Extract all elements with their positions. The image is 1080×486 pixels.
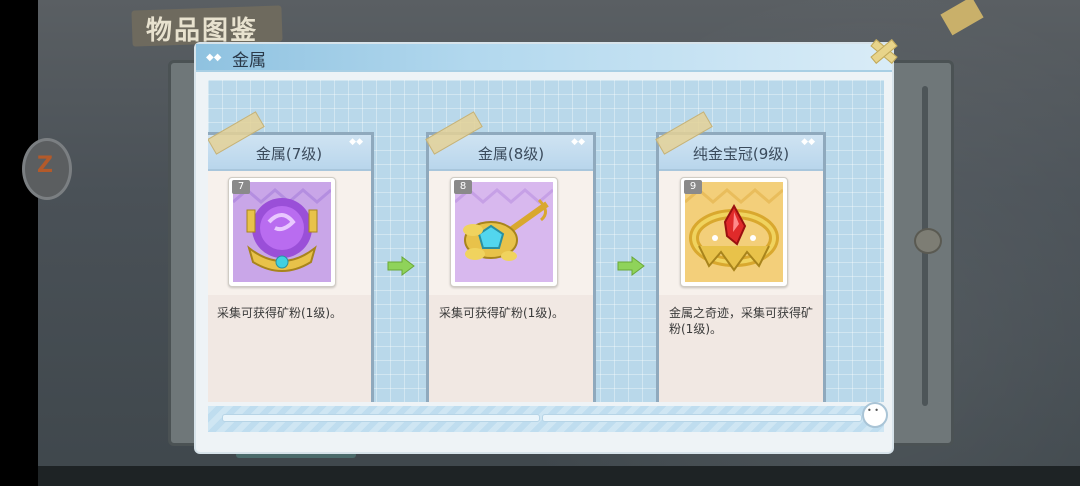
card-description: 采集可获得矿粉(1级)。 (217, 306, 342, 320)
golden-crown-red-gem-icon (685, 182, 783, 282)
card-title: 纯金宝冠(9级) (692, 145, 790, 163)
arrow-right-icon (387, 256, 415, 276)
bg-side-button-icon: Z (37, 153, 53, 178)
arrow-right-icon (617, 256, 645, 276)
bg-scroll-handle[interactable] (914, 228, 942, 254)
level-badge: 9 (684, 180, 702, 194)
bg-progress-bar (236, 452, 356, 458)
bottom-scrollbar[interactable] (222, 414, 540, 422)
bg-title: 物品图鉴 (146, 16, 259, 46)
sparkle-icon: ◆◆ (349, 137, 363, 147)
item-detail-modal: ◆◆ 金属 金属(7级) ◆◆ 7 采集可获得矿粉(1级)。 金属(8级) ◆◆… (196, 39, 898, 452)
item-card[interactable]: 金属(8级) ◆◆ 8 采集可获得矿粉(1级)。 (426, 132, 596, 402)
bg-side-button[interactable]: Z (22, 138, 72, 200)
card-title: 金属(8级) (477, 145, 545, 163)
close-icon[interactable] (868, 36, 898, 66)
sparkle-icon: ◆◆ (801, 137, 815, 147)
level-badge: 7 (232, 180, 250, 194)
avatar-icon[interactable] (862, 402, 888, 428)
item-card[interactable]: 金属(7级) ◆◆ 7 采集可获得矿粉(1级)。 (208, 132, 374, 402)
card-title: 金属(7级) (255, 145, 323, 163)
sparkle-icon: ◆◆ (571, 137, 585, 147)
item-icon-frame: 7 (228, 177, 336, 287)
item-icon-frame: 8 (450, 177, 558, 287)
item-chain-area: 金属(7级) ◆◆ 7 采集可获得矿粉(1级)。 金属(8级) ◆◆ 8 采集可… (208, 80, 884, 402)
sparkle-icon: ◆◆ (206, 52, 222, 63)
level-badge: 8 (454, 180, 472, 194)
bg-bottom-shade (38, 466, 1080, 486)
card-description: 金属之奇迹，采集可获得矿粉(1级)。 (669, 306, 814, 336)
bottom-scrollbar[interactable] (542, 414, 862, 422)
item-icon-frame: 9 (680, 177, 788, 287)
modal-title: 金属 (232, 51, 266, 71)
modal-header: ◆◆ 金属 (196, 44, 892, 72)
item-card[interactable]: 纯金宝冠(9级) ◆◆ 9 金属之奇迹，采集可获得矿粉(1级)。 (656, 132, 826, 402)
jeweled-scepter-icon (455, 182, 553, 282)
card-description: 采集可获得矿粉(1级)。 (439, 306, 564, 320)
bottom-strip (208, 406, 884, 432)
purple-orb-crown-icon (233, 182, 331, 282)
